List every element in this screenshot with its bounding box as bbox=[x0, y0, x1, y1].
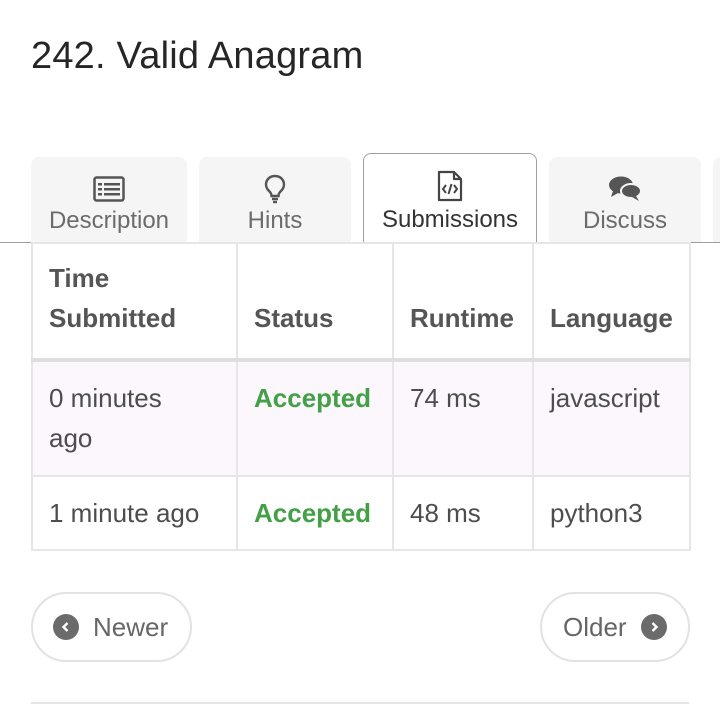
older-button[interactable]: Older bbox=[540, 592, 690, 662]
cell-time: 0 minutes ago bbox=[31, 359, 238, 477]
chevron-left-icon bbox=[53, 614, 79, 640]
cell-time: 1 minute ago bbox=[31, 475, 238, 551]
tab-discuss[interactable]: Discuss bbox=[549, 157, 701, 242]
cell-runtime: 48 ms bbox=[392, 475, 534, 551]
tab-description-label: Description bbox=[48, 207, 170, 234]
newer-label: Newer bbox=[93, 611, 169, 642]
tab-hints-label: Hints bbox=[247, 207, 303, 234]
cell-runtime: 74 ms bbox=[392, 359, 534, 477]
tab-description[interactable]: Description bbox=[31, 157, 187, 242]
table-header-row: Time Submitted Status Runtime Language bbox=[31, 242, 691, 362]
code-file-icon bbox=[364, 170, 536, 202]
status-accepted-link[interactable]: Accepted bbox=[254, 383, 371, 413]
chat-bubbles-icon bbox=[549, 173, 701, 205]
cell-status[interactable]: Accepted bbox=[236, 475, 394, 551]
submissions-table: Time Submitted Status Runtime Language 0… bbox=[31, 242, 691, 551]
tab-submissions-label: Submissions bbox=[381, 206, 519, 233]
col-header-status[interactable]: Status bbox=[236, 242, 394, 362]
status-accepted-link[interactable]: Accepted bbox=[254, 498, 371, 528]
tab-hints[interactable]: Hints bbox=[199, 157, 351, 242]
tab-submissions[interactable]: Submissions bbox=[363, 153, 537, 244]
table-row: 0 minutes ago Accepted 74 ms javascript bbox=[31, 359, 691, 477]
col-header-language[interactable]: Language bbox=[532, 242, 691, 362]
cell-language: python3 bbox=[532, 475, 691, 551]
cell-status[interactable]: Accepted bbox=[236, 359, 394, 477]
newer-button[interactable]: Newer bbox=[31, 592, 192, 662]
older-label: Older bbox=[563, 611, 627, 642]
page-title: 242. Valid Anagram bbox=[31, 35, 364, 77]
list-icon bbox=[31, 173, 187, 205]
col-header-runtime[interactable]: Runtime bbox=[392, 242, 534, 362]
footer-divider bbox=[31, 702, 689, 704]
table-row: 1 minute ago Accepted 48 ms python3 bbox=[31, 475, 691, 551]
col-header-time-submitted[interactable]: Time Submitted bbox=[31, 242, 238, 362]
tab-overflow[interactable] bbox=[713, 157, 720, 242]
chevron-right-icon bbox=[640, 614, 667, 640]
tab-discuss-label: Discuss bbox=[582, 207, 667, 234]
cell-language: javascript bbox=[532, 359, 691, 477]
lightbulb-icon bbox=[199, 173, 351, 205]
